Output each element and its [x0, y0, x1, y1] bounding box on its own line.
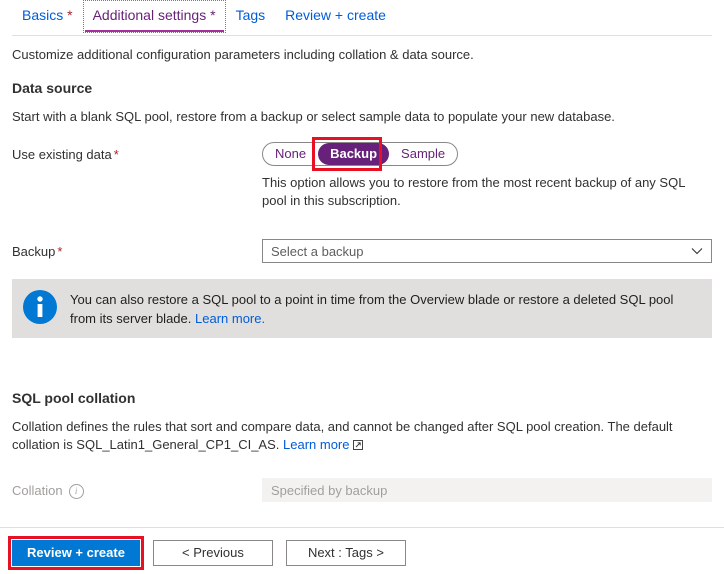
- use-existing-data-choicegroup-wrap: None Backup Sample: [262, 137, 459, 171]
- collation-heading: SQL pool collation: [12, 390, 136, 406]
- info-tooltip-icon[interactable]: i: [68, 483, 84, 499]
- backup-row: Backup * Select a backup: [12, 239, 712, 263]
- form-content: Customize additional configuration param…: [12, 46, 712, 506]
- collation-input: Specified by backup: [262, 478, 712, 502]
- review-create-button[interactable]: Review + create: [12, 540, 140, 566]
- backup-required-marker: *: [57, 244, 63, 259]
- use-existing-data-choicegroup[interactable]: None Backup Sample: [262, 142, 459, 166]
- tab-basics[interactable]: Basics *: [12, 0, 83, 33]
- footer-divider: [0, 527, 724, 528]
- collation-learn-more-link[interactable]: Learn more: [283, 437, 349, 452]
- use-existing-data-label: Use existing data: [12, 147, 112, 162]
- tab-strip-divider: [12, 35, 712, 36]
- use-existing-data-label-wrap: Use existing data *: [12, 142, 262, 166]
- data-source-heading: Data source: [12, 80, 93, 96]
- tab-basics-required: *: [63, 7, 73, 23]
- info-circle-icon: [23, 290, 57, 324]
- previous-button[interactable]: < Previous: [152, 540, 273, 566]
- info-banner: You can also restore a SQL pool to a poi…: [12, 279, 712, 338]
- tab-tags[interactable]: Tags: [226, 0, 276, 33]
- collation-label: Collation: [12, 483, 63, 498]
- use-existing-data-field: None Backup Sample This option allows yo…: [262, 137, 712, 223]
- collation-input-value: Specified by backup: [271, 482, 388, 498]
- backup-label: Backup: [12, 244, 56, 259]
- tab-basics-label: Basics: [22, 7, 64, 23]
- use-existing-data-hint: This option allows you to restore from t…: [262, 175, 685, 208]
- chevron-down-icon: [691, 248, 703, 255]
- backup-dropdown-value: Select a backup: [271, 243, 364, 259]
- choice-sample[interactable]: Sample: [389, 143, 457, 165]
- choice-none[interactable]: None: [263, 143, 318, 165]
- tab-review-create-label: Review + create: [285, 7, 386, 23]
- backup-field-wrap: Select a backup: [262, 239, 712, 263]
- tab-review-create[interactable]: Review + create: [275, 0, 396, 33]
- tab-additional-settings-required: *: [206, 7, 216, 23]
- info-banner-text: You can also restore a SQL pool to a poi…: [70, 292, 674, 326]
- external-link-icon: [352, 440, 363, 450]
- tab-tags-label: Tags: [235, 7, 266, 23]
- data-source-description: Start with a blank SQL pool, restore fro…: [12, 109, 615, 124]
- tab-additional-settings[interactable]: Additional settings *: [82, 0, 226, 33]
- wizard-footer: Review + create < Previous Next : Tags >: [8, 536, 406, 570]
- wizard-tab-strip: Basics * Additional settings * Tags Revi…: [0, 0, 724, 36]
- next-tags-button[interactable]: Next : Tags >: [285, 540, 406, 566]
- review-create-button-wrap: Review + create: [8, 536, 144, 570]
- use-existing-data-row: Use existing data * None Backup Sample Th…: [12, 137, 712, 223]
- info-banner-text-wrap: You can also restore a SQL pool to a poi…: [70, 289, 700, 328]
- use-existing-data-required-marker: *: [113, 147, 119, 162]
- collation-description: Collation defines the rules that sort an…: [12, 418, 712, 454]
- collation-row: Collation i Specified by backup: [12, 478, 712, 502]
- page-intro-text: Customize additional configuration param…: [12, 47, 474, 62]
- collation-field-wrap: Specified by backup: [262, 478, 712, 502]
- backup-dropdown[interactable]: Select a backup: [262, 239, 712, 263]
- backup-label-wrap: Backup *: [12, 239, 262, 263]
- tab-additional-settings-label: Additional settings: [92, 7, 207, 23]
- info-banner-learn-more-link[interactable]: Learn more.: [195, 311, 265, 326]
- choice-backup[interactable]: Backup: [318, 143, 390, 165]
- collation-label-wrap: Collation i: [12, 478, 262, 502]
